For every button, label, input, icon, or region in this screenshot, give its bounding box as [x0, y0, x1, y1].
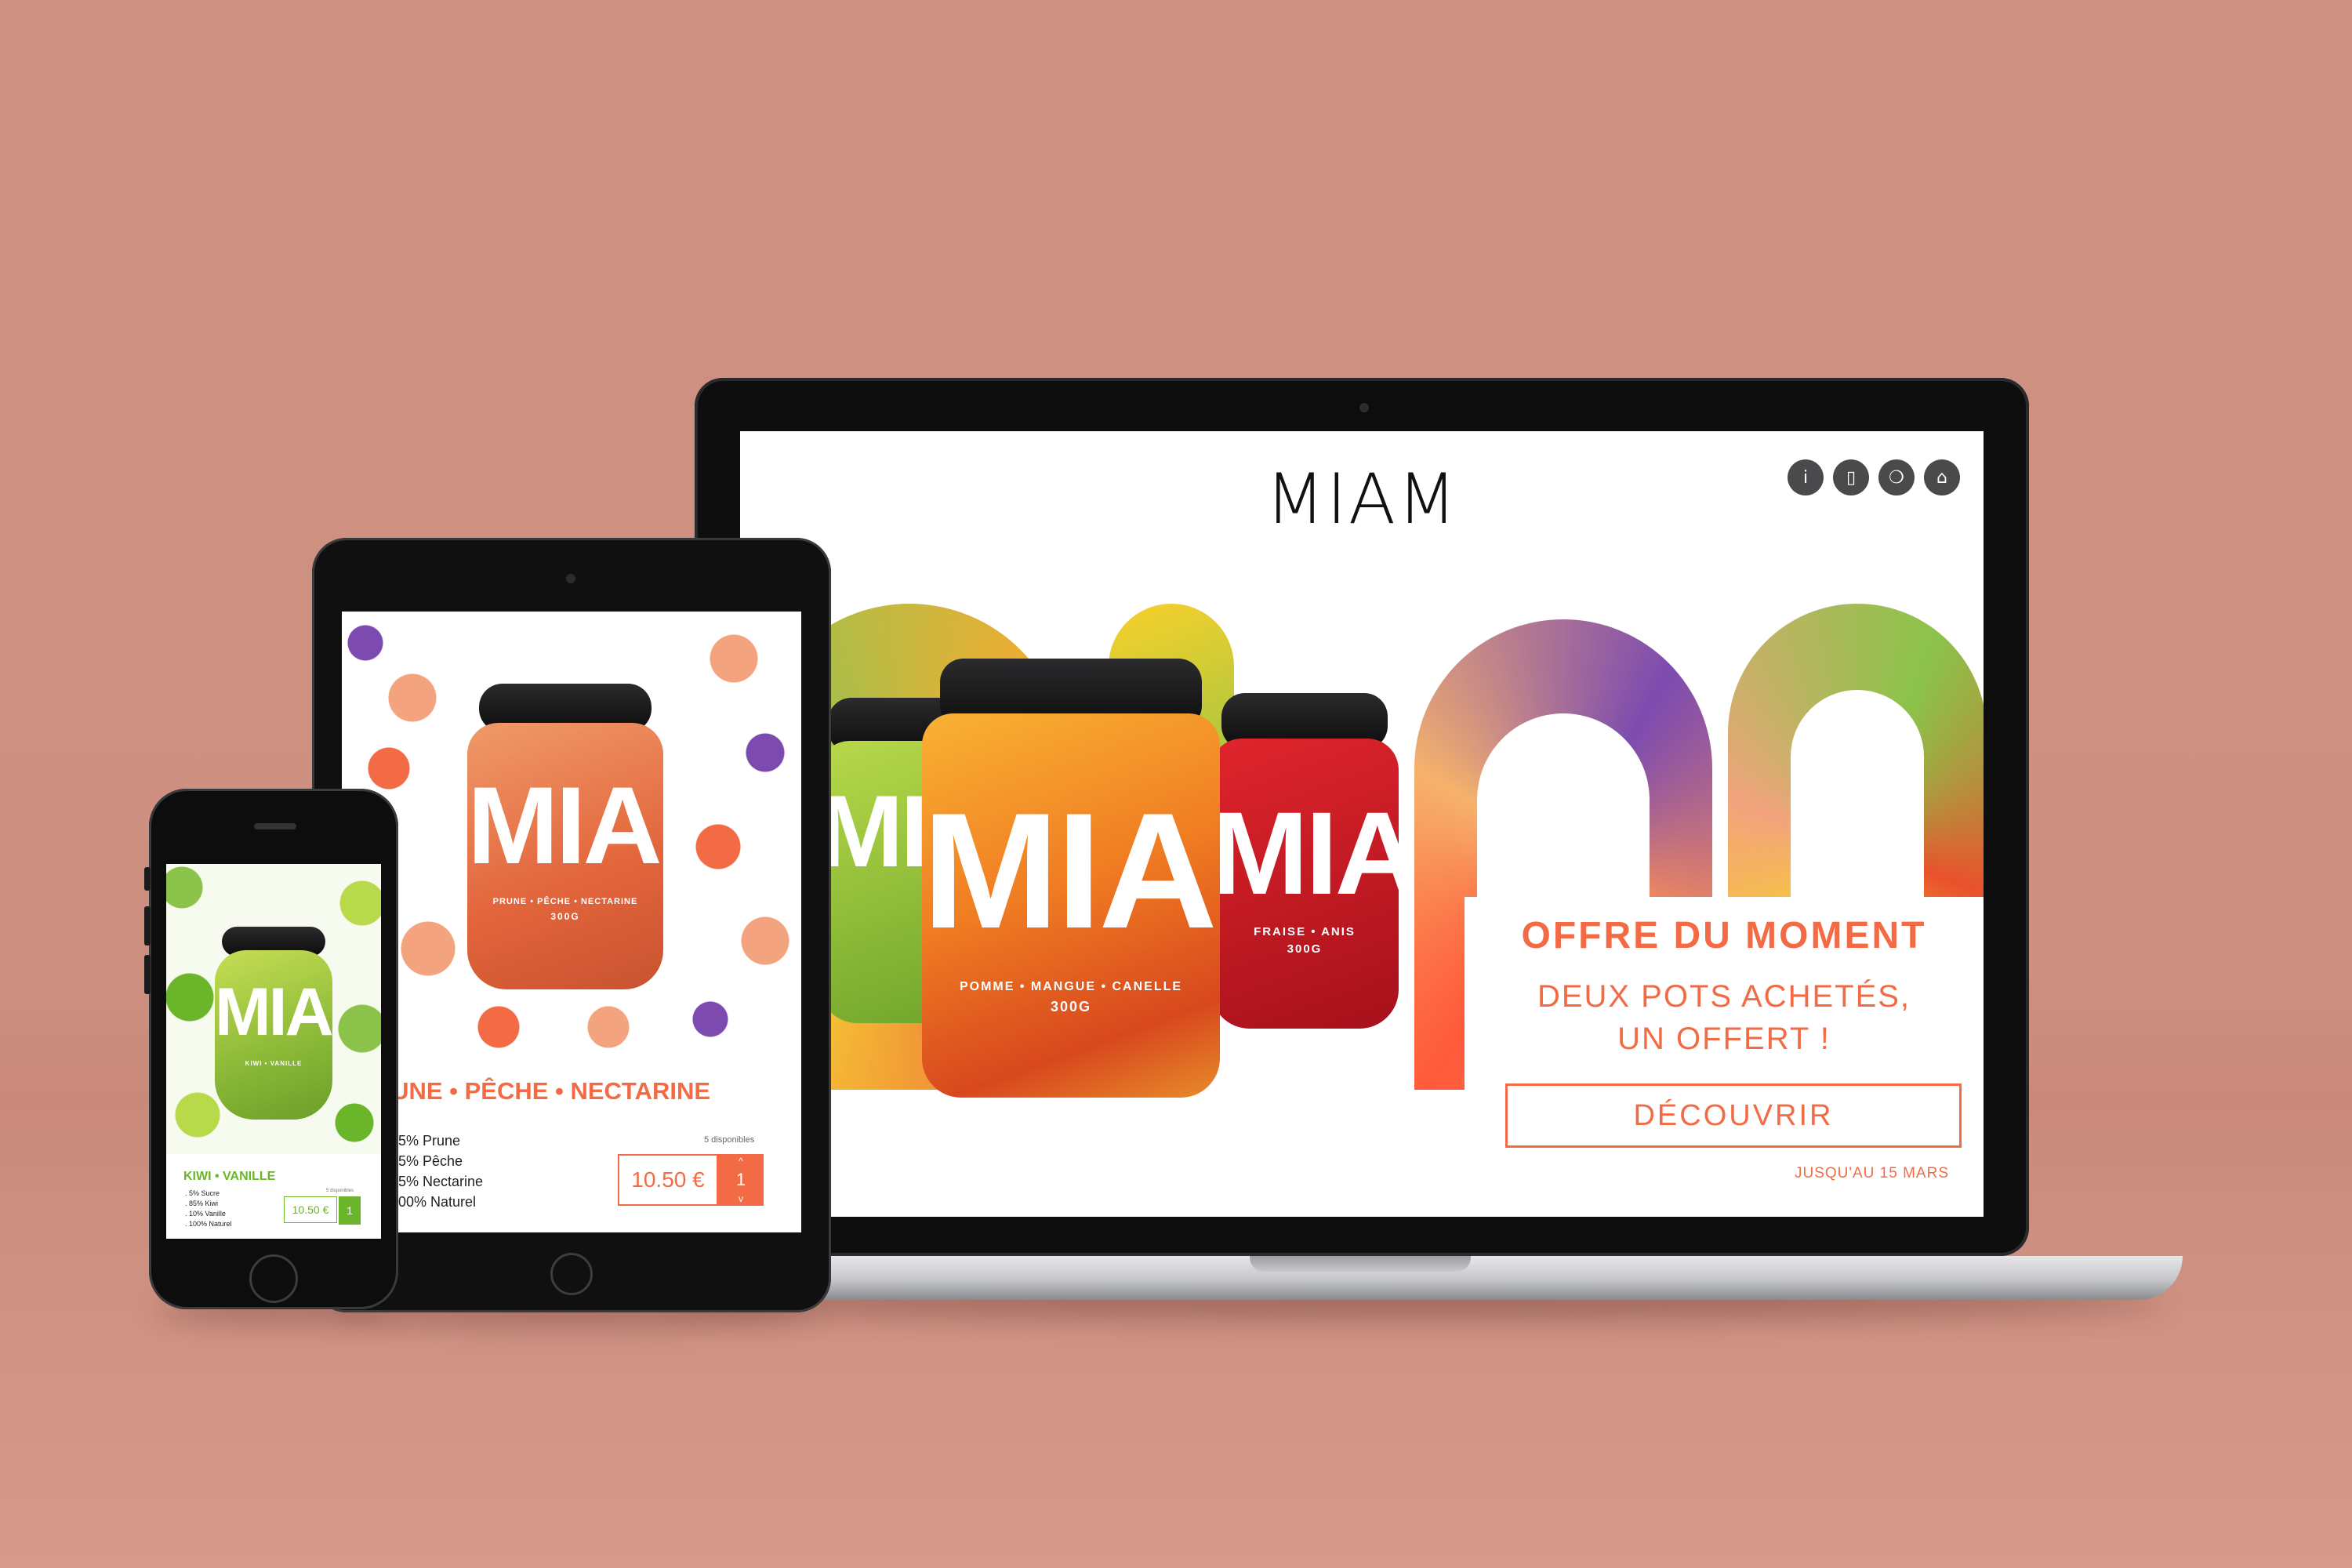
jar-pomme-flavor: POMME • MANGUE • CANELLE — [959, 980, 1183, 993]
phone-side-button — [144, 906, 151, 946]
ingredient-item: . 85% Kiwi — [185, 1200, 219, 1207]
ingredient-item: . 5% Sucre — [185, 1189, 220, 1197]
laptop-opening-notch — [1250, 1256, 1471, 1272]
discover-button[interactable]: DÉCOUVRIR — [1505, 1083, 1962, 1148]
jar-prune-word: MIAM — [467, 764, 663, 887]
laptop-screen: MIAM i ▯ ❍ ⌂ MIAM MIAM FRAISE • ANIS 300… — [740, 431, 1984, 1217]
offer-subtitle: DEUX POTS ACHETÉS, UN OFFERT ! — [1465, 975, 1984, 1060]
phone-price: 10.50 € — [284, 1196, 337, 1223]
top-nav: i ▯ ❍ ⌂ — [1788, 459, 1960, 495]
phone-side-button — [144, 867, 151, 891]
offer-line-2: UN OFFERT ! — [1617, 1022, 1831, 1056]
jar-pomme-weight: 300G — [1050, 999, 1092, 1014]
offer-title: OFFRE DU MOMENT — [1521, 915, 1927, 956]
phone-screen: MIAM KIWI • VANILLE KIWI • VANILLE . 5% … — [166, 864, 381, 1239]
ingredient-item: . 100% Naturel — [185, 1220, 232, 1228]
jar-fraise-weight: 300G — [1287, 942, 1323, 956]
jar-pomme: MIAM POMME • MANGUE • CANELLE 300G — [922, 659, 1220, 1098]
jar-fraise-flavor: FRAISE • ANIS — [1254, 925, 1356, 938]
jar-icon[interactable]: ▯ — [1833, 459, 1869, 495]
phone-quantity-value: 1 — [347, 1204, 353, 1217]
info-icon[interactable]: i — [1788, 459, 1824, 495]
basket-icon[interactable]: ⌂ — [1924, 459, 1960, 495]
jar-prune: MIAM PRUNE • PÊCHE • NECTARINE 300G — [467, 684, 663, 997]
quantity-value: 1 — [735, 1170, 746, 1189]
offer-panel: OFFRE DU MOMENT DEUX POTS ACHETÉS, UN OF… — [1465, 897, 1984, 1217]
jar-pomme-word: MIAM — [922, 779, 1220, 963]
increment-icon[interactable]: ^ — [739, 1156, 743, 1167]
phone-stock: 5 disponibles — [326, 1189, 354, 1193]
tablet-home-button[interactable] — [550, 1253, 593, 1295]
ingredient-item: 5% Nectarine — [398, 1174, 484, 1189]
ingredient-item: 5% Pêche — [398, 1153, 463, 1169]
phone-ingredients: . 5% Sucre . 85% Kiwi . 10% Vanille . 10… — [185, 1189, 232, 1229]
decrement-icon[interactable]: v — [739, 1193, 743, 1204]
ingredient-item: 5% Prune — [398, 1133, 461, 1149]
tablet-stock: 5 disponibles — [704, 1135, 755, 1145]
ingredient-item: . 10% Vanille — [185, 1210, 226, 1218]
phone-product-title: KIWI • VANILLE — [183, 1170, 276, 1183]
offer-end-date: JUSQU'AU 15 MARS — [1794, 1165, 1949, 1181]
phone-home-button[interactable] — [249, 1254, 298, 1303]
phone-quantity-stepper[interactable]: 1 — [339, 1196, 361, 1225]
laptop-camera — [1359, 403, 1369, 412]
ingredient-item: 00% Naturel — [398, 1194, 477, 1210]
jar-kiwi-phone-flavor: KIWI • VANILLE — [245, 1060, 303, 1067]
tablet-screen: MIAM PRUNE • PÊCHE • NECTARINE 300G PRUN… — [342, 612, 801, 1232]
jar-kiwi-phone-word: MIAM — [215, 975, 332, 1050]
phone-speaker — [254, 823, 296, 829]
jar-kiwi-phone: MIAM KIWI • VANILLE — [215, 927, 332, 1123]
jar-fraise: MIAM FRAISE • ANIS 300G — [1210, 693, 1399, 1030]
jar-fraise-word: MIAM — [1210, 787, 1399, 919]
jar-prune-weight: 300G — [550, 911, 580, 922]
jar-prune-flavor: PRUNE • PÊCHE • NECTARINE — [492, 897, 638, 906]
tablet-ingredients: 5% Prune 5% Pêche 5% Nectarine 00% Natur… — [398, 1131, 483, 1212]
tablet-product-title: PRUNE • PÊCHE • NECTARINE — [358, 1077, 711, 1105]
phone-side-button — [144, 955, 151, 994]
quantity-stepper[interactable]: ^ 1 v — [718, 1154, 764, 1206]
tablet-camera — [566, 574, 575, 583]
tablet-price: 10.50 € — [618, 1154, 718, 1206]
fruit-icon[interactable]: ❍ — [1878, 459, 1915, 495]
offer-line-1: DEUX POTS ACHETÉS, — [1537, 979, 1911, 1014]
